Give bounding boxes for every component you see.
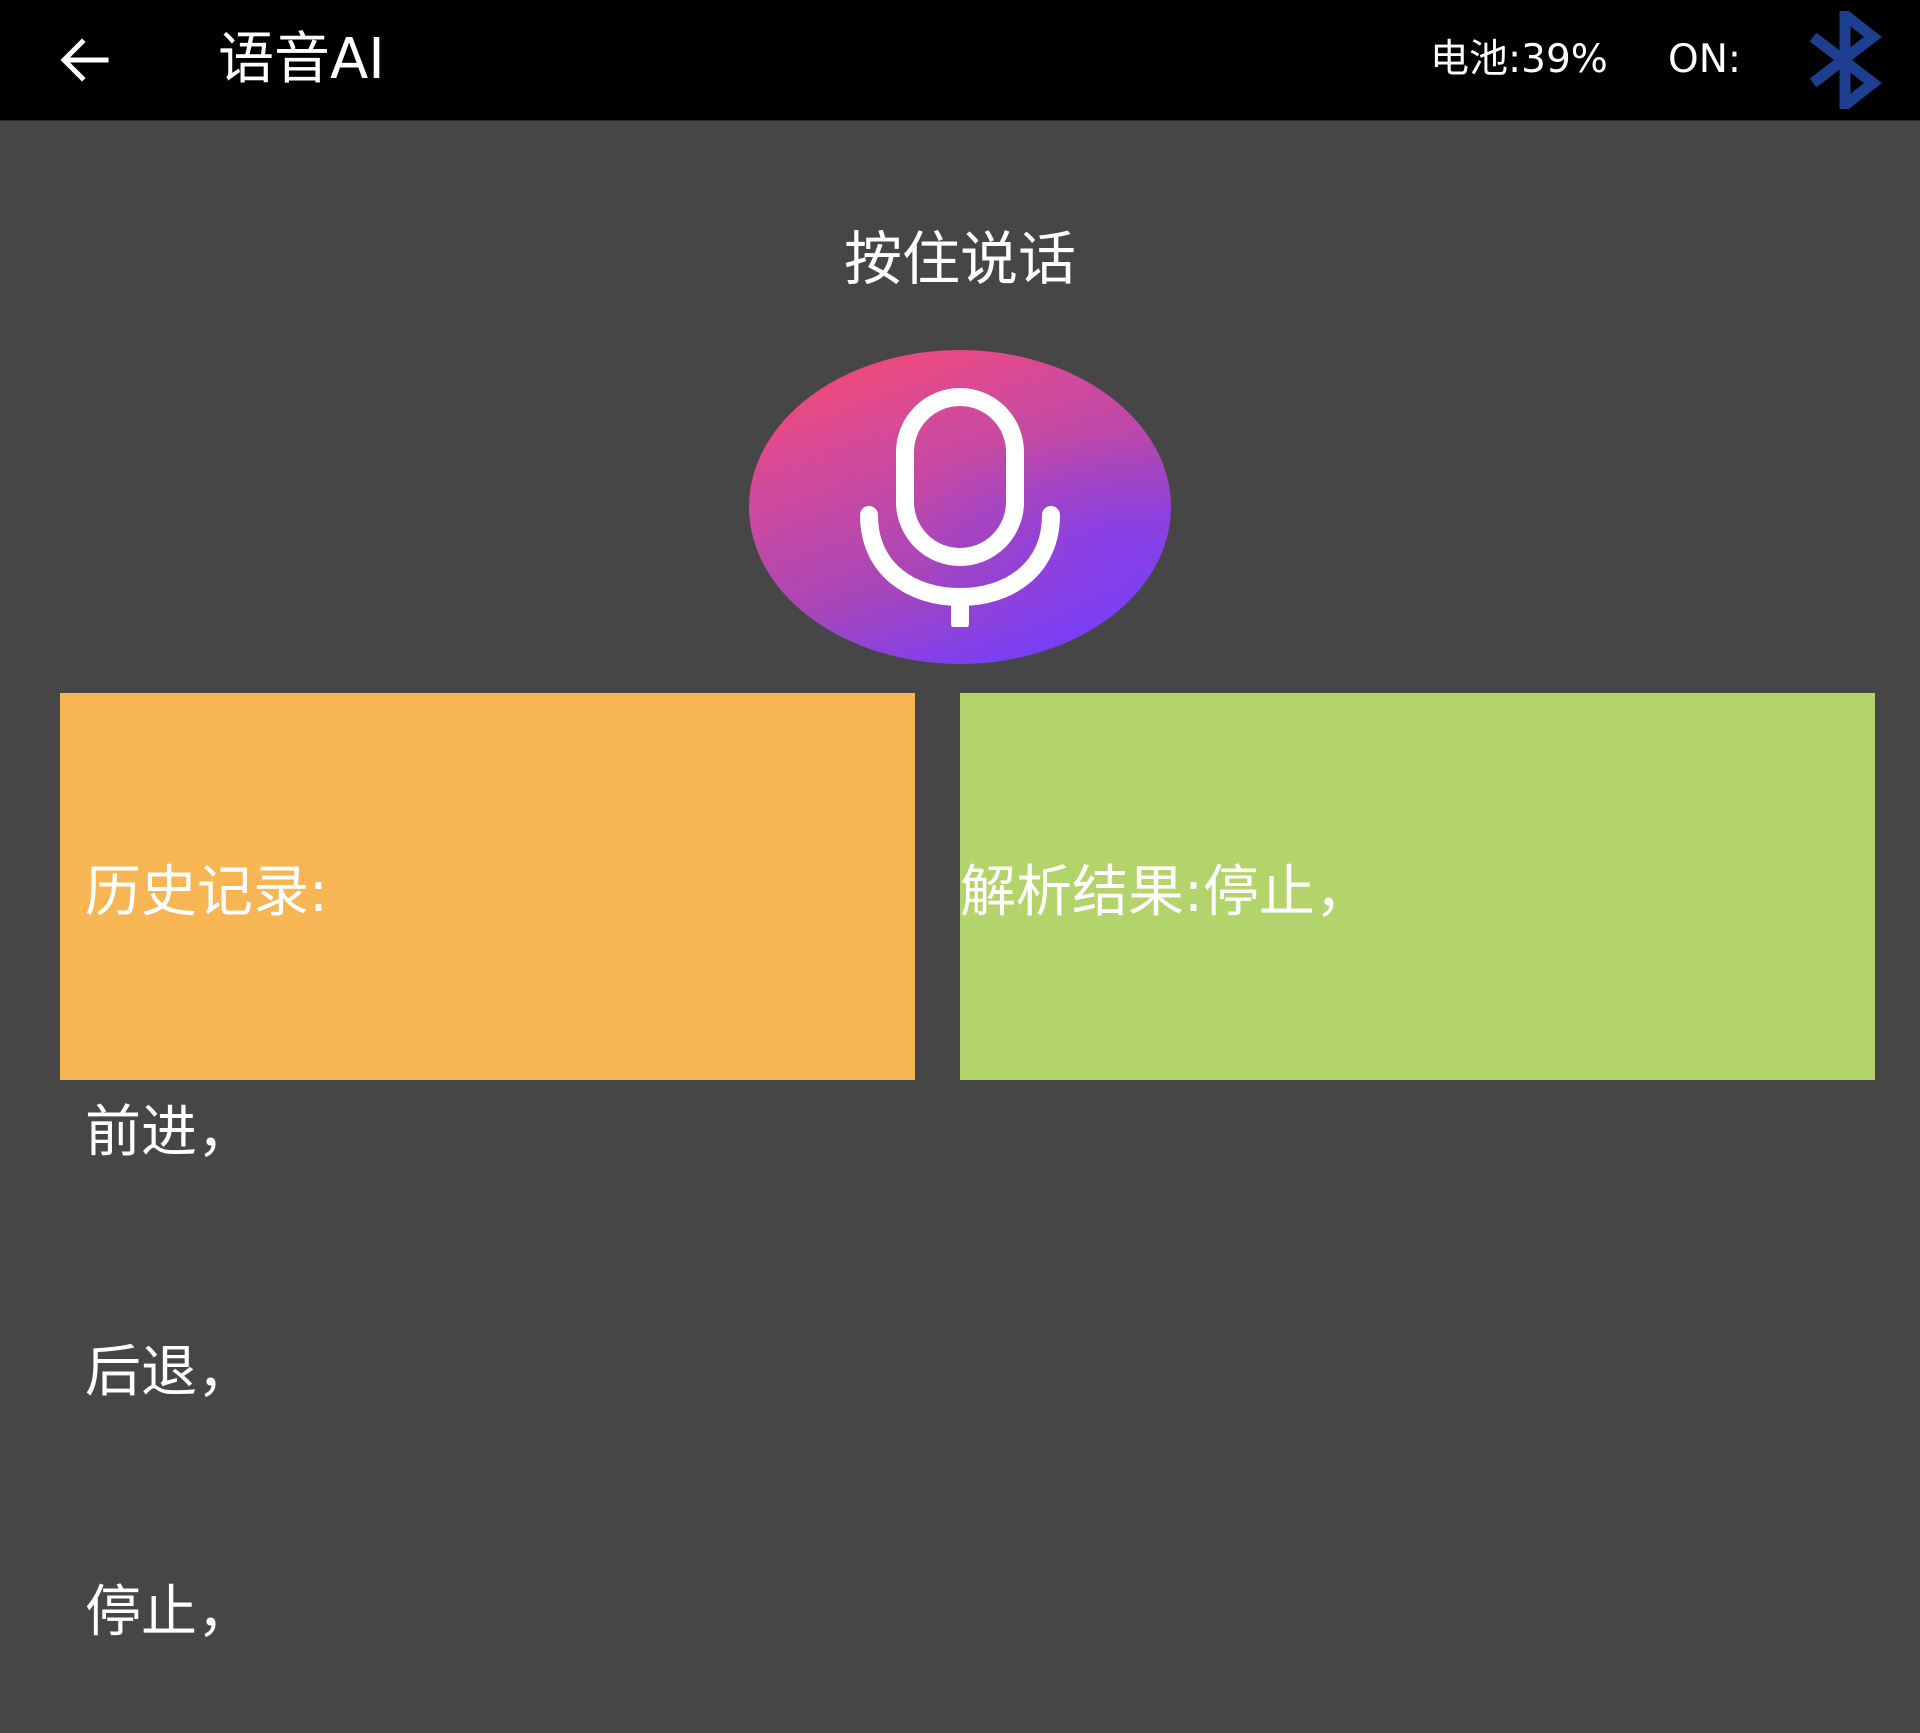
result-panel: 解析结果:停止， <box>960 693 1875 1080</box>
battery-status: 电池:39% <box>1430 37 1608 82</box>
connection-status: ON: <box>1668 37 1742 82</box>
result-text: 解析结果:停止， <box>960 860 1371 925</box>
history-item: 停止， <box>85 1580 253 1645</box>
press-to-talk-hint: 按住说话 <box>843 225 1076 293</box>
page-title: 语音AI <box>218 27 385 92</box>
top-bar: 语音AI 电池:39% ON: <box>0 0 1920 121</box>
history-label: 历史记录: <box>85 860 328 925</box>
history-item: 前进， <box>85 1100 253 1165</box>
record-voice-button[interactable] <box>749 350 1171 664</box>
history-panel: 历史记录: 前进， 后退， 停止， <box>60 693 915 1645</box>
arrow-left-icon <box>60 38 109 82</box>
microphone-icon <box>860 388 1060 627</box>
bluetooth-icon <box>1809 11 1882 109</box>
bluetooth-button[interactable] <box>1800 10 1890 110</box>
history-item: 后退， <box>85 1340 253 1405</box>
back-button[interactable] <box>44 20 124 100</box>
